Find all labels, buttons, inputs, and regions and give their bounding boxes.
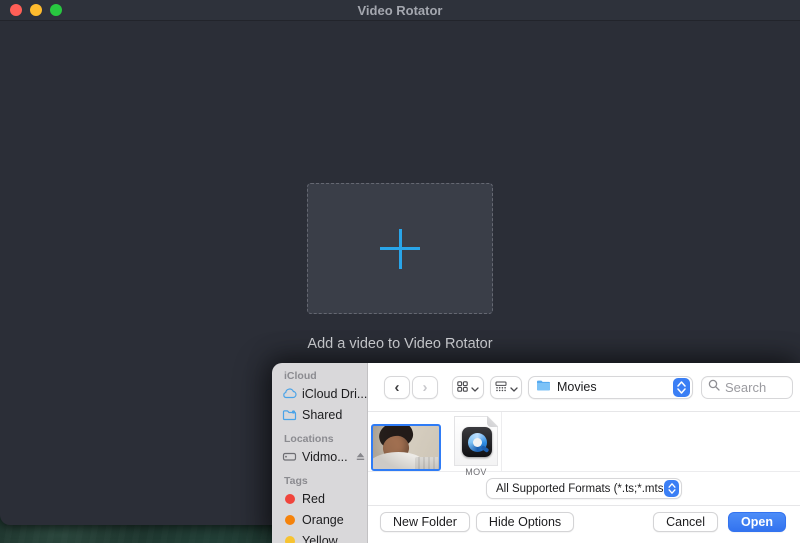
sidebar-item-label: Red bbox=[302, 492, 325, 506]
sidebar-item-label: Orange bbox=[302, 513, 344, 527]
chevron-down-icon bbox=[510, 380, 518, 395]
add-video-plus-icon bbox=[380, 229, 420, 269]
location-label: Movies bbox=[557, 380, 673, 394]
file-item-video-selected[interactable] bbox=[371, 424, 441, 471]
window-title: Video Rotator bbox=[0, 3, 800, 18]
sidebar-item-label: Vidmo... bbox=[302, 450, 348, 464]
open-button[interactable]: Open bbox=[728, 512, 786, 532]
new-folder-button[interactable]: New Folder bbox=[380, 512, 470, 532]
disk-icon bbox=[282, 449, 297, 464]
hide-options-button[interactable]: Hide Options bbox=[476, 512, 574, 532]
red-tag-icon bbox=[285, 494, 295, 504]
dialog-toolbar: ‹ › bbox=[368, 363, 800, 411]
location-popup[interactable]: Movies bbox=[528, 376, 693, 399]
search-field[interactable] bbox=[701, 376, 793, 399]
folder-icon bbox=[536, 378, 551, 396]
cancel-button[interactable]: Cancel bbox=[653, 512, 718, 532]
sidebar-section-icloud: iCloud bbox=[272, 369, 367, 383]
gallery-view-button[interactable] bbox=[490, 376, 522, 399]
search-icon bbox=[708, 378, 720, 396]
dialog-footer: New Folder Hide Options Cancel Open bbox=[368, 505, 800, 543]
grid-view-icon bbox=[457, 380, 468, 395]
orange-tag-icon bbox=[285, 515, 295, 525]
cloud-icon bbox=[282, 386, 297, 401]
sidebar-item-tag-red[interactable]: Red bbox=[272, 488, 367, 509]
page-fold bbox=[487, 416, 498, 427]
file-extension-label: MOV bbox=[454, 467, 498, 477]
nav-buttons: ‹ › bbox=[384, 376, 438, 399]
sidebar-item-tag-yellow[interactable]: Yellow bbox=[272, 530, 367, 543]
sidebar-item-label: Shared bbox=[302, 408, 342, 422]
quicktime-icon bbox=[462, 427, 492, 457]
sidebar-item-label: Yellow bbox=[302, 534, 338, 543]
sidebar-item-icloud-drive[interactable]: iCloud Dri... bbox=[272, 383, 367, 404]
format-popup[interactable]: All Supported Formats (*.ts;*.mts;*.... bbox=[486, 478, 682, 499]
file-item-mov[interactable]: MOV bbox=[454, 416, 498, 477]
sidebar-item-vidmore-disk[interactable]: Vidmo... bbox=[272, 446, 367, 467]
file-browser: MOV bbox=[368, 411, 800, 471]
title-bar: Video Rotator bbox=[0, 0, 800, 21]
popup-stepper-icon bbox=[664, 480, 679, 497]
sidebar-item-tag-orange[interactable]: Orange bbox=[272, 509, 367, 530]
sidebar-item-label: iCloud Dri... bbox=[302, 387, 367, 401]
sidebar-item-shared[interactable]: Shared bbox=[272, 404, 367, 425]
forward-button[interactable]: › bbox=[412, 376, 438, 399]
shared-folder-icon bbox=[282, 407, 297, 422]
search-input[interactable] bbox=[725, 380, 786, 395]
format-label: All Supported Formats (*.ts;*.mts;*.... bbox=[496, 483, 664, 495]
popup-stepper-icon bbox=[673, 378, 690, 397]
icon-view-button[interactable] bbox=[452, 376, 484, 399]
back-button[interactable]: ‹ bbox=[384, 376, 410, 399]
dialog-main: ‹ › bbox=[368, 363, 800, 543]
sidebar-section-locations: Locations bbox=[272, 432, 367, 446]
format-row: All Supported Formats (*.ts;*.mts;*.... bbox=[368, 471, 800, 505]
video-drop-zone[interactable] bbox=[307, 183, 493, 314]
sidebar-section-tags: Tags bbox=[272, 474, 367, 488]
dialog-sidebar: iCloud iCloud Dri... Shared Locations Vi… bbox=[272, 363, 368, 543]
chevron-down-icon bbox=[471, 380, 479, 395]
eject-icon[interactable] bbox=[356, 452, 365, 461]
gallery-view-icon bbox=[495, 380, 507, 395]
drop-zone-caption: Add a video to Video Rotator bbox=[0, 336, 800, 352]
yellow-tag-icon bbox=[285, 536, 295, 543]
column-divider bbox=[501, 412, 502, 471]
open-file-dialog: iCloud iCloud Dri... Shared Locations Vi… bbox=[272, 363, 800, 543]
